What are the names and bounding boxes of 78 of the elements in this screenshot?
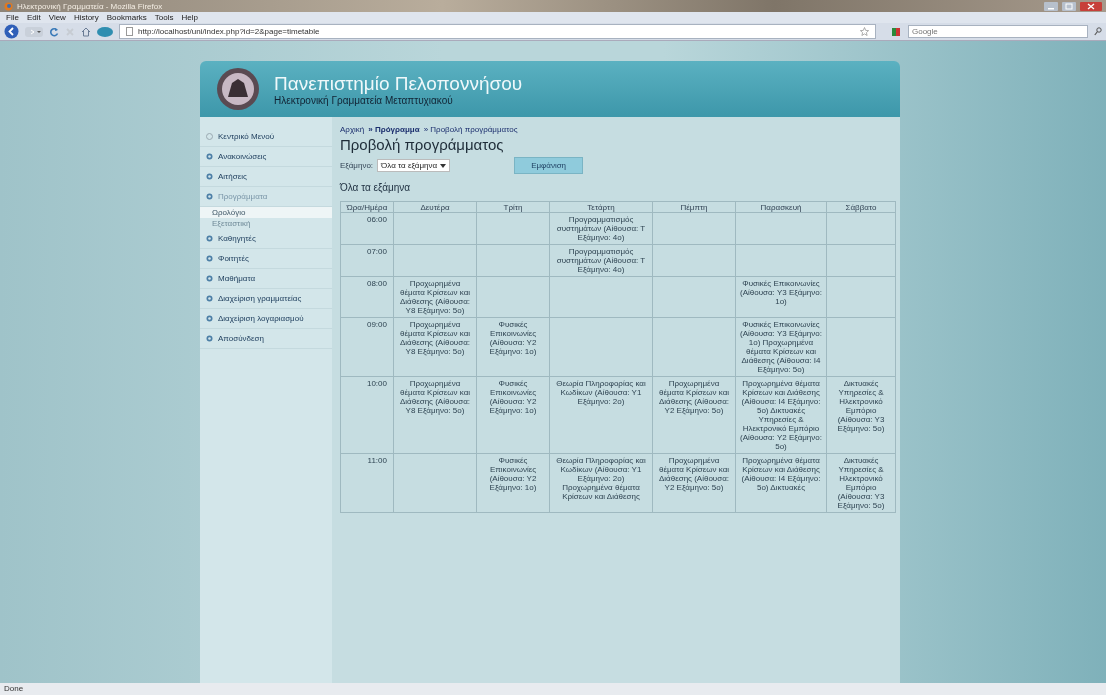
table-cell: Προχωρημένα θέματα Κρίσεων και Διάθεσης (Αίθουσα: Υ2 Εξάμηνο: 5ο) xyxy=(652,376,736,454)
url-text: http://localhost/uni/index.php?id=2&page=timetable xyxy=(138,27,320,36)
table-cell: Προχωρημένα θέματα Κρίσεων και Διάθεσης (Αίθουσα: Υ8 Εξάμηνο: 5ο) xyxy=(393,276,477,318)
maximize-icon[interactable] xyxy=(1062,1,1076,11)
table-cell: Φυσικές Επικοινωνίες (Αίθουσα: Υ2 Εξάμηνο: 1ο) xyxy=(476,376,550,454)
menu-item[interactable]: Bookmarks xyxy=(106,13,147,22)
breadcrumb-link[interactable]: Αρχική xyxy=(340,125,365,134)
filter-label: Εξάμηνο: xyxy=(340,161,374,170)
menu-item[interactable]: History xyxy=(73,13,99,22)
page-icon xyxy=(126,27,133,36)
column-header: Παρασκευή xyxy=(735,201,827,213)
bullet-icon xyxy=(206,255,213,262)
table-cell: Προχωρημένα θέματα Κρίσεων και Διάθεσης (Αίθουσα: Υ2 Εξάμηνο: 5ο) xyxy=(652,453,736,513)
time-cell: 06:00 xyxy=(340,212,394,245)
bullet-icon xyxy=(206,173,213,180)
table-cell: Φυσικές Επικοινωνίες (Αίθουσα: Υ2 Εξάμηνο: 1ο) xyxy=(476,453,550,513)
menu-item[interactable]: Help xyxy=(181,13,198,22)
bullet-icon xyxy=(206,235,213,242)
bullet-icon xyxy=(206,275,213,282)
back-icon[interactable] xyxy=(4,24,19,39)
close-icon[interactable] xyxy=(1080,1,1102,11)
column-header: Σάββατο xyxy=(826,201,896,213)
caret-icon xyxy=(440,163,447,168)
table-cell: Δικτυακές Υπηρεσίες & Ηλεκτρονικό Εμπόριο (Αίθουσα: Υ3 Εξάμηνο: 5ο) xyxy=(826,376,896,454)
table-cell: Φυσικές Επικοινωνίες (Αίθουσα: Υ2 Εξάμηνο: 1ο) xyxy=(476,317,550,377)
window-title: Ηλεκτρονική Γραμματεία - Mozilla Firefox xyxy=(17,1,163,11)
menu-item[interactable]: Edit xyxy=(26,13,41,22)
breadcrumb-link[interactable]: » Πρόγραμμα xyxy=(368,125,420,134)
time-cell: 11:00 xyxy=(340,453,394,513)
bullet-icon xyxy=(206,193,213,200)
breadcrumb-link[interactable]: » Προβολή προγράμματος xyxy=(423,125,518,134)
bullet-icon xyxy=(206,153,213,160)
column-header: Ώρα/Ημέρα xyxy=(340,201,394,213)
table-cell: Προχωρημένα θέματα Κρίσεων και Διάθεσης (Αίθουσα: Υ8 Εξάμηνο: 5ο) xyxy=(393,317,477,377)
star-icon[interactable] xyxy=(860,27,869,36)
time-cell: 07:00 xyxy=(340,244,394,277)
table-cell: Φυσικές Επικοινωνίες (Αίθουσα: Υ3 Εξάμηνο: 1ο) xyxy=(735,276,827,318)
table-cell: Προχωρημένα θέματα Κρίσεων και Διάθεσης (Αίθουσα: Ι4 Εξάμηνο: 5ο) Δικτυακές Υπηρεσίες & Ηλεκτρονικό Εμπόριο (Αίθουσα: Υ2 Εξάμηνο: 5ο) xyxy=(735,376,827,454)
search-icon[interactable] xyxy=(1094,27,1102,36)
table-cell: Φυσικές Επικοινωνίες (Αίθουσα: Υ3 Εξάμηνο: 1ο) Προχωρημένα θέματα Κρίσεων και Διάθεσης (Αίθουσα: Ι4 Εξάμηνο: 5ο) xyxy=(735,317,827,377)
table-cell: Θεωρία Πληροφορίας και Κωδίκων (Αίθουσα: Υ1 Εξάμηνο: 2ο) Προχωρημένα θέματα Κρίσεων και Διάθεσης xyxy=(549,453,653,513)
table-cell: Θεωρία Πληροφορίας και Κωδίκων (Αίθουσα: Υ1 Εξάμηνο: 2ο) xyxy=(549,376,653,454)
table-cell: Δικτυακές Υπηρεσίες & Ηλεκτρονικό Εμπόριο (Αίθουσα: Υ3 Εξάμηνο: 5ο) xyxy=(826,453,896,513)
bullet-icon xyxy=(206,315,213,322)
home-icon[interactable] xyxy=(81,26,91,37)
bullet-icon xyxy=(206,295,213,302)
site-subtitle: Ηλεκτρονική Γραμματεία Μεταπτυχιακού xyxy=(274,94,454,106)
bullet-icon xyxy=(206,335,213,342)
page-title: Προβολή προγράμματος xyxy=(340,136,505,153)
firefox-icon xyxy=(4,1,13,11)
table-cell: Προχωρημένα θέματα Κρίσεων και Διάθεσης (Αίθουσα: Υ8 Εξάμηνο: 5ο) xyxy=(393,376,477,454)
column-header: Πέμπτη xyxy=(652,201,736,213)
search-engine-icon[interactable] xyxy=(892,26,902,37)
table-cell: Προγραμματισμός συστημάτων (Αίθουσα: Τ Εξάμηνο: 4ο) xyxy=(549,212,653,245)
column-header: Δευτέρα xyxy=(393,201,477,213)
logo-emblem-icon xyxy=(216,67,260,111)
column-header: Τετάρτη xyxy=(549,201,653,213)
search-field[interactable]: Google xyxy=(908,25,1088,38)
time-cell: 10:00 xyxy=(340,376,394,454)
reload-icon[interactable] xyxy=(49,26,59,37)
menu-item[interactable]: Tools xyxy=(154,13,174,22)
menu-item[interactable]: File xyxy=(6,13,19,22)
menu-item[interactable]: View xyxy=(48,13,66,22)
section-title: Όλα τα εξάμηνα xyxy=(340,182,412,193)
semester-dropdown[interactable]: Όλα τα εξάμηνα xyxy=(377,159,451,172)
sidebar-subitem[interactable]: Ωρολόγιο xyxy=(200,207,332,218)
time-cell: 09:00 xyxy=(340,317,394,377)
status-text: Done xyxy=(0,683,1106,695)
circle-icon xyxy=(206,133,213,140)
address-field[interactable]: http://localhost/uni/index.php?id=2&page=timetable xyxy=(119,24,876,39)
forward-icon[interactable] xyxy=(25,26,43,37)
minimize-icon[interactable] xyxy=(1044,1,1058,11)
time-cell: 08:00 xyxy=(340,276,394,318)
site-title: Πανεπιστημίο Πελοποννήσου xyxy=(274,72,523,95)
show-button[interactable]: Εμφάνιση xyxy=(514,157,584,174)
table-cell: Προγραμματισμός συστημάτων (Αίθουσα: Τ Εξάμηνο: 4ο) xyxy=(549,244,653,277)
table-cell: Προχωρημένα θέματα Κρίσεων και Διάθεσης (Αίθουσα: Ι4 Εξάμηνο: 5ο) Δικτυακές xyxy=(735,453,827,513)
column-header: Τρίτη xyxy=(476,201,550,213)
